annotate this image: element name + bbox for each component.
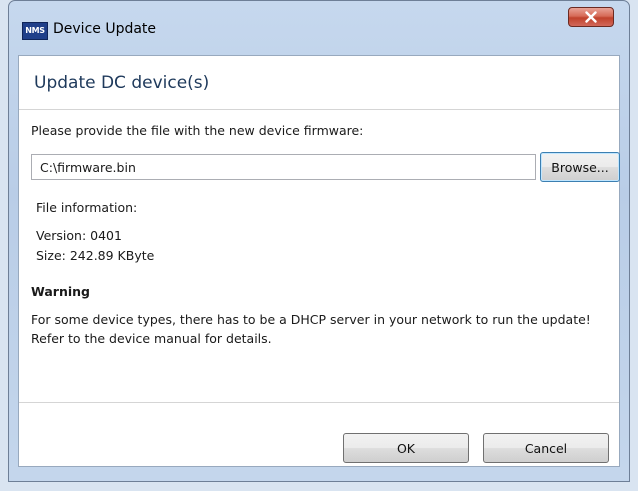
file-info-label: File information: [36,200,138,215]
version-text: Version: 0401 [36,228,122,243]
nms-app-icon: NMS [22,22,48,40]
title-bar[interactable]: NMS Device Update [9,1,629,55]
firmware-path-input[interactable] [31,154,536,180]
cancel-button[interactable]: Cancel [483,433,609,463]
dialog-heading: Update DC device(s) [34,73,210,93]
close-icon [585,11,597,23]
device-update-window: NMS Device Update Update DC device(s) Pl… [8,0,630,482]
window-bottom-frame [9,465,629,481]
size-text: Size: 242.89 KByte [36,248,155,263]
warning-title: Warning [31,284,90,299]
footer-divider [19,402,619,403]
heading-divider [19,109,619,110]
ok-button[interactable]: OK [343,433,469,463]
close-button[interactable] [568,7,614,27]
firmware-prompt-label: Please provide the file with the new dev… [31,123,364,138]
browse-button[interactable]: Browse... [540,152,620,182]
window-title: Device Update [53,21,157,37]
warning-message: For some device types, there has to be a… [31,312,591,346]
dialog-content: Update DC device(s) Please provide the f… [18,55,620,467]
